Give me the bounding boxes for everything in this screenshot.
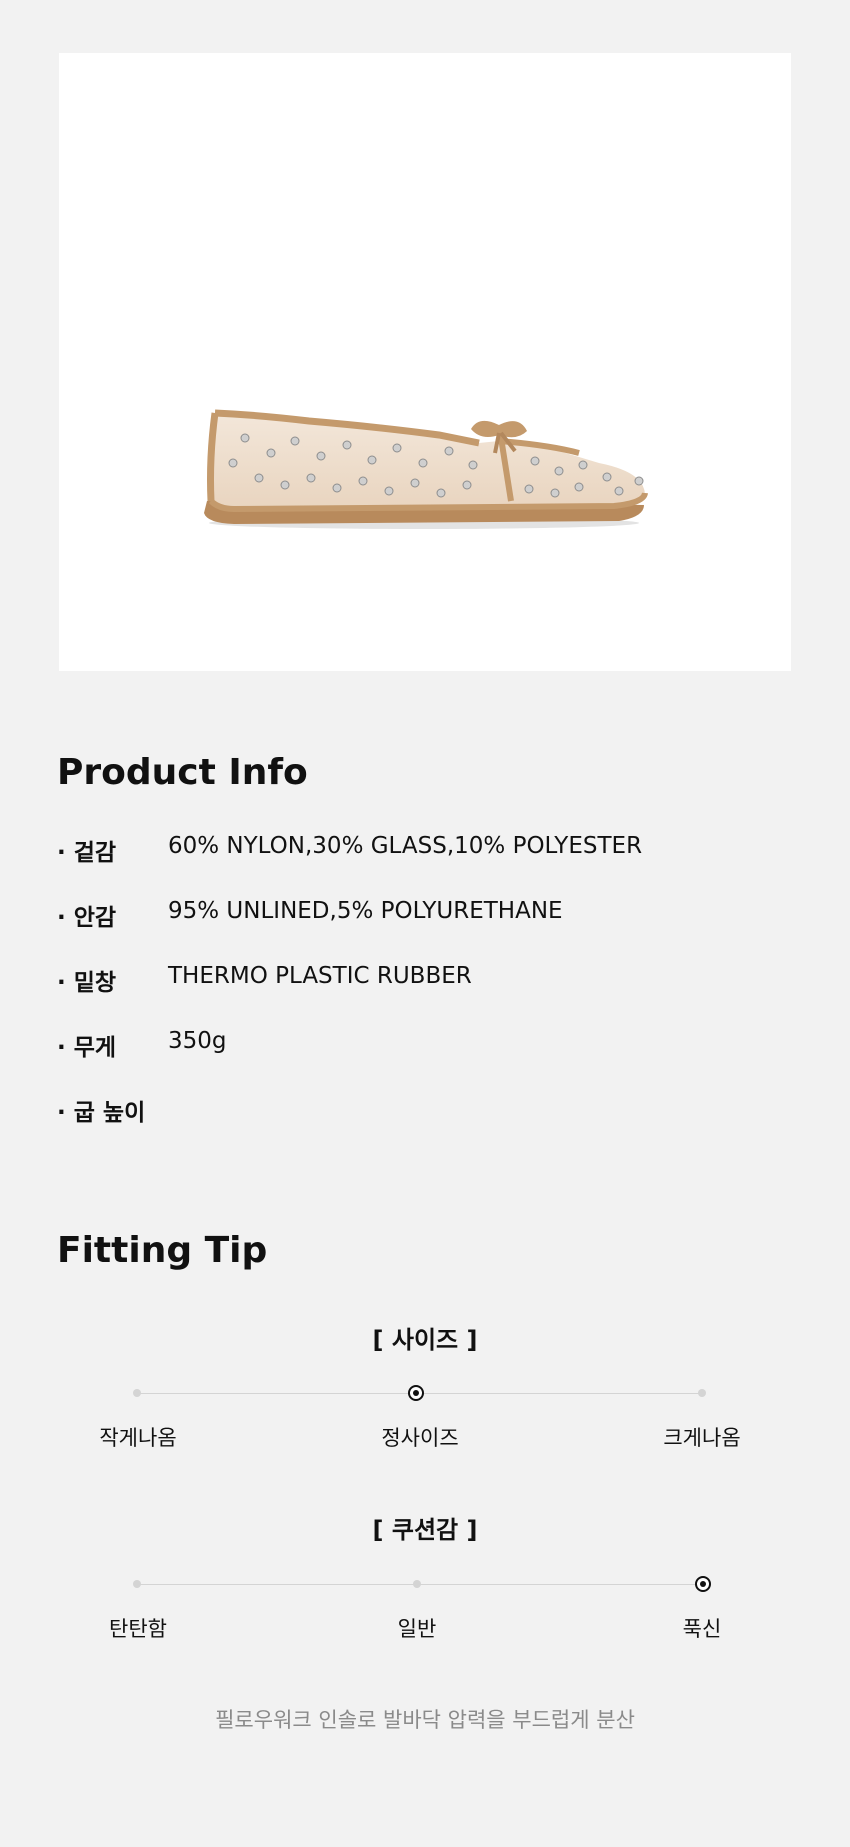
info-row-outer: · 겉감 60% NYLON,30% GLASS,10% POLYESTER xyxy=(57,833,797,866)
cushion-label-soft: 푹신 xyxy=(682,1617,722,1641)
cushion-label-firm: 탄탄함 xyxy=(109,1617,167,1641)
info-row-lining: · 안감 95% UNLINED,5% POLYURETHANE xyxy=(57,898,797,931)
cushion-scale-dot-normal xyxy=(413,1580,421,1588)
size-label-large: 크게나옴 xyxy=(663,1426,741,1450)
info-value: 95% UNLINED,5% POLYURETHANE xyxy=(168,898,563,924)
cushion-label-normal: 일반 xyxy=(397,1617,437,1641)
size-scale-dot-large xyxy=(698,1389,706,1397)
size-heading: [ 사이즈 ] xyxy=(372,1326,478,1354)
info-value: THERMO PLASTIC RUBBER xyxy=(168,963,472,989)
shoe-illustration xyxy=(204,409,648,529)
info-label: · 안감 xyxy=(57,905,117,931)
info-value: 350g xyxy=(168,1028,227,1054)
fitting-tip-title: Fitting Tip xyxy=(57,1230,268,1271)
info-label: · 굽 높이 xyxy=(57,1100,146,1126)
info-value: 60% NYLON,30% GLASS,10% POLYESTER xyxy=(168,833,643,859)
info-label: · 밑창 xyxy=(57,970,117,996)
size-scale-dot-true xyxy=(408,1385,424,1401)
size-scale-dot-small xyxy=(133,1389,141,1397)
product-info-title: Product Info xyxy=(57,752,308,793)
info-row-sole: · 밑창 THERMO PLASTIC RUBBER xyxy=(57,963,797,996)
info-label: · 무게 xyxy=(57,1035,117,1061)
size-label-small: 작게나옴 xyxy=(99,1426,177,1450)
cushion-scale-dot-soft xyxy=(695,1576,711,1592)
info-label: · 겉감 xyxy=(57,840,117,866)
info-row-heel-height: · 굽 높이 xyxy=(57,1093,797,1126)
info-row-weight: · 무게 350g xyxy=(57,1028,797,1061)
size-label-true: 정사이즈 xyxy=(381,1426,459,1450)
product-image xyxy=(59,53,791,671)
fitting-note: 필로우워크 인솔로 발바닥 압력을 부드럽게 분산 xyxy=(215,1708,635,1732)
cushion-scale-dot-firm xyxy=(133,1580,141,1588)
cushion-heading: [ 쿠션감 ] xyxy=(372,1516,478,1544)
